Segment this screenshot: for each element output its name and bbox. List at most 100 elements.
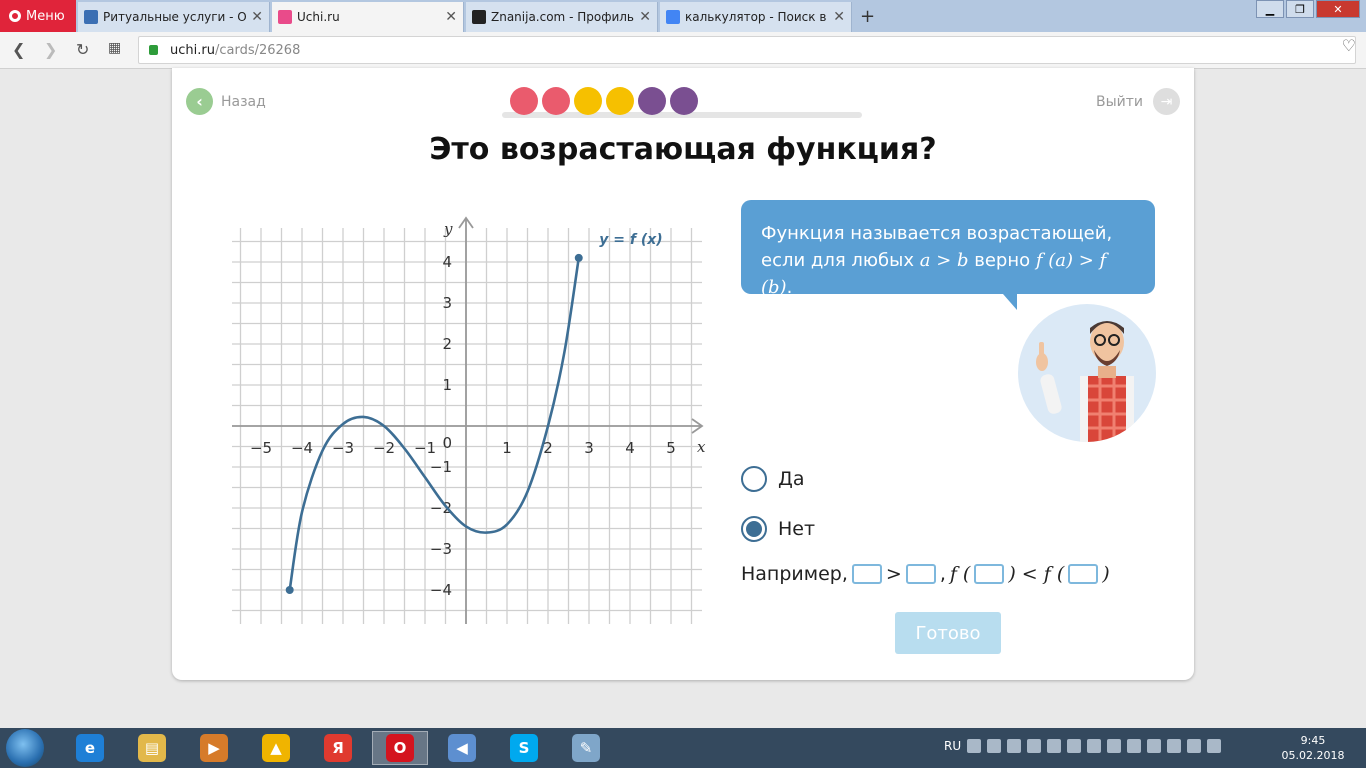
y-tick-label: 4 (442, 253, 452, 271)
taskbar-app-ie[interactable]: e (62, 731, 118, 765)
device-icon[interactable] (1107, 739, 1122, 753)
input-b[interactable] (905, 564, 936, 584)
done-button[interactable]: Готово (895, 612, 1001, 654)
volume-icon[interactable] (1147, 739, 1162, 753)
lang-indicator[interactable]: RU (944, 739, 961, 753)
signal-icon[interactable] (1167, 739, 1182, 753)
series-label: y = f (x) (599, 232, 662, 248)
url-host: uchi.ru (170, 42, 215, 58)
taskbar-app-media-player[interactable]: ▶ (186, 731, 242, 765)
input-a[interactable] (851, 564, 882, 584)
taskbar-app-skype[interactable]: S (496, 731, 552, 765)
maximize-icon[interactable]: ❐ (1286, 0, 1314, 18)
x-tick-label: −1 (414, 439, 436, 457)
taskbar-app-paint[interactable]: ✎ (558, 731, 614, 765)
window-controls: ▁ ❐ ✕ (1256, 0, 1360, 18)
system-tray: RU (944, 739, 1222, 753)
help-icon[interactable] (967, 739, 982, 753)
tools-icon[interactable] (1187, 739, 1202, 753)
speaker-icon[interactable] (1067, 739, 1082, 753)
address-bar: ❮ ❯ ↻ ▦ uchi.ru/cards/26268 ♡ (0, 32, 1366, 69)
exit-button[interactable]: Выйти ⇥ (1096, 88, 1180, 115)
close-tab-icon[interactable]: ✕ (251, 9, 263, 25)
chat-icon[interactable] (1027, 739, 1042, 753)
close-tab-icon[interactable]: ✕ (833, 9, 845, 25)
browser-menu-button[interactable]: Меню (0, 0, 76, 32)
progress-dots (510, 87, 698, 115)
progress-dot (542, 87, 570, 115)
hint-line-2: если для любых a > b верно f (a) > f (b)… (761, 250, 1107, 298)
minimize-icon[interactable]: ▁ (1256, 0, 1284, 18)
close-tab-icon[interactable]: ✕ (639, 9, 651, 25)
progress-dot (606, 87, 634, 115)
input-fb[interactable] (1068, 564, 1099, 584)
radio-no[interactable] (741, 516, 767, 542)
radio-yes[interactable] (741, 466, 767, 492)
antivirus-icon[interactable] (1007, 739, 1022, 753)
skype-icon: S (510, 734, 538, 762)
chevron-left-icon: ‹ (186, 88, 213, 115)
taskbar-app-yandex[interactable]: Я (310, 731, 366, 765)
menu-label: Меню (26, 8, 65, 24)
taskbar-app-volume-app[interactable]: ◀ (434, 731, 490, 765)
network-icon[interactable] (987, 739, 1002, 753)
start-button-icon[interactable] (6, 729, 44, 767)
x-axis-label: x (697, 438, 706, 456)
url-field[interactable]: uchi.ru/cards/26268 (138, 36, 1356, 64)
lt-sign: ) < f ( (1008, 563, 1065, 585)
tab-title: Ритуальные услуги - Обр (103, 10, 247, 24)
back-button[interactable]: ‹ Назад (186, 88, 266, 115)
progress-dot (574, 87, 602, 115)
taskbar-app-explorer[interactable]: ▤ (124, 731, 180, 765)
x-tick-label: −4 (291, 439, 313, 457)
back-arrow-icon[interactable]: ❮ (12, 40, 25, 59)
opera-logo-icon (9, 10, 21, 22)
f-open: f ( (949, 563, 971, 585)
opera-icon: O (386, 734, 414, 762)
tab-bar: Меню Ритуальные услуги - Обр ✕ Uchi.ru ✕… (0, 0, 1366, 32)
option-no[interactable]: Нет (741, 516, 815, 542)
x-tick-label: 3 (584, 439, 594, 457)
flag-icon[interactable] (1207, 739, 1222, 753)
back-label: Назад (221, 93, 266, 110)
option-yes[interactable]: Да (741, 466, 805, 492)
forward-arrow-icon[interactable]: ❯ (44, 40, 57, 59)
option-no-label: Нет (778, 518, 816, 540)
uchi-favicon-icon (278, 10, 292, 24)
paint-icon: ✎ (572, 734, 600, 762)
gt-sign: > (885, 563, 902, 585)
speed-dial-icon[interactable]: ▦ (108, 40, 121, 56)
y-tick-label: 3 (442, 294, 452, 312)
taskbar: e ▤ ▶ ▲ Я O ◀ S ✎ RU 9:45 05.02.2018 (0, 728, 1366, 768)
display-icon[interactable] (1047, 739, 1062, 753)
y-axis-label: y (443, 220, 453, 238)
comma: , (939, 563, 946, 585)
taskbar-app-opera[interactable]: O (372, 731, 428, 765)
progress-dot (670, 87, 698, 115)
x-tick-label: 4 (625, 439, 635, 457)
x-tick-label: −2 (373, 439, 395, 457)
tab-google[interactable]: калькулятор - Поиск в Go ✕ (660, 2, 852, 32)
tab-ritual[interactable]: Ритуальные услуги - Обр ✕ (78, 2, 270, 32)
clock[interactable]: 9:45 05.02.2018 (1278, 733, 1348, 763)
tab-uchi[interactable]: Uchi.ru ✕ (272, 2, 464, 32)
yandex-icon: Я (324, 734, 352, 762)
hint-bubble: Функция называется возрастающей, если дл… (741, 200, 1155, 310)
media-player-icon: ▶ (200, 734, 228, 762)
hint-line-1: Функция называется возрастающей, (761, 223, 1113, 244)
taskbar-app-aimp[interactable]: ▲ (248, 731, 304, 765)
power-icon[interactable] (1127, 739, 1142, 753)
new-tab-icon[interactable]: + (860, 6, 875, 27)
tab-znanija[interactable]: Znanija.com - Профиль по ✕ (466, 2, 658, 32)
close-tab-icon[interactable]: ✕ (445, 9, 457, 25)
input-fa[interactable] (974, 564, 1005, 584)
tab-title: Uchi.ru (297, 10, 340, 24)
bookmark-heart-icon[interactable]: ♡ (1342, 36, 1356, 55)
x-tick-label: 1 (502, 439, 512, 457)
printer-icon[interactable] (1087, 739, 1102, 753)
reload-icon[interactable]: ↻ (76, 40, 89, 59)
google-favicon-icon (666, 10, 680, 24)
x-tick-label: −3 (332, 439, 354, 457)
close-window-icon[interactable]: ✕ (1316, 0, 1360, 18)
curve-start-point (285, 586, 294, 594)
